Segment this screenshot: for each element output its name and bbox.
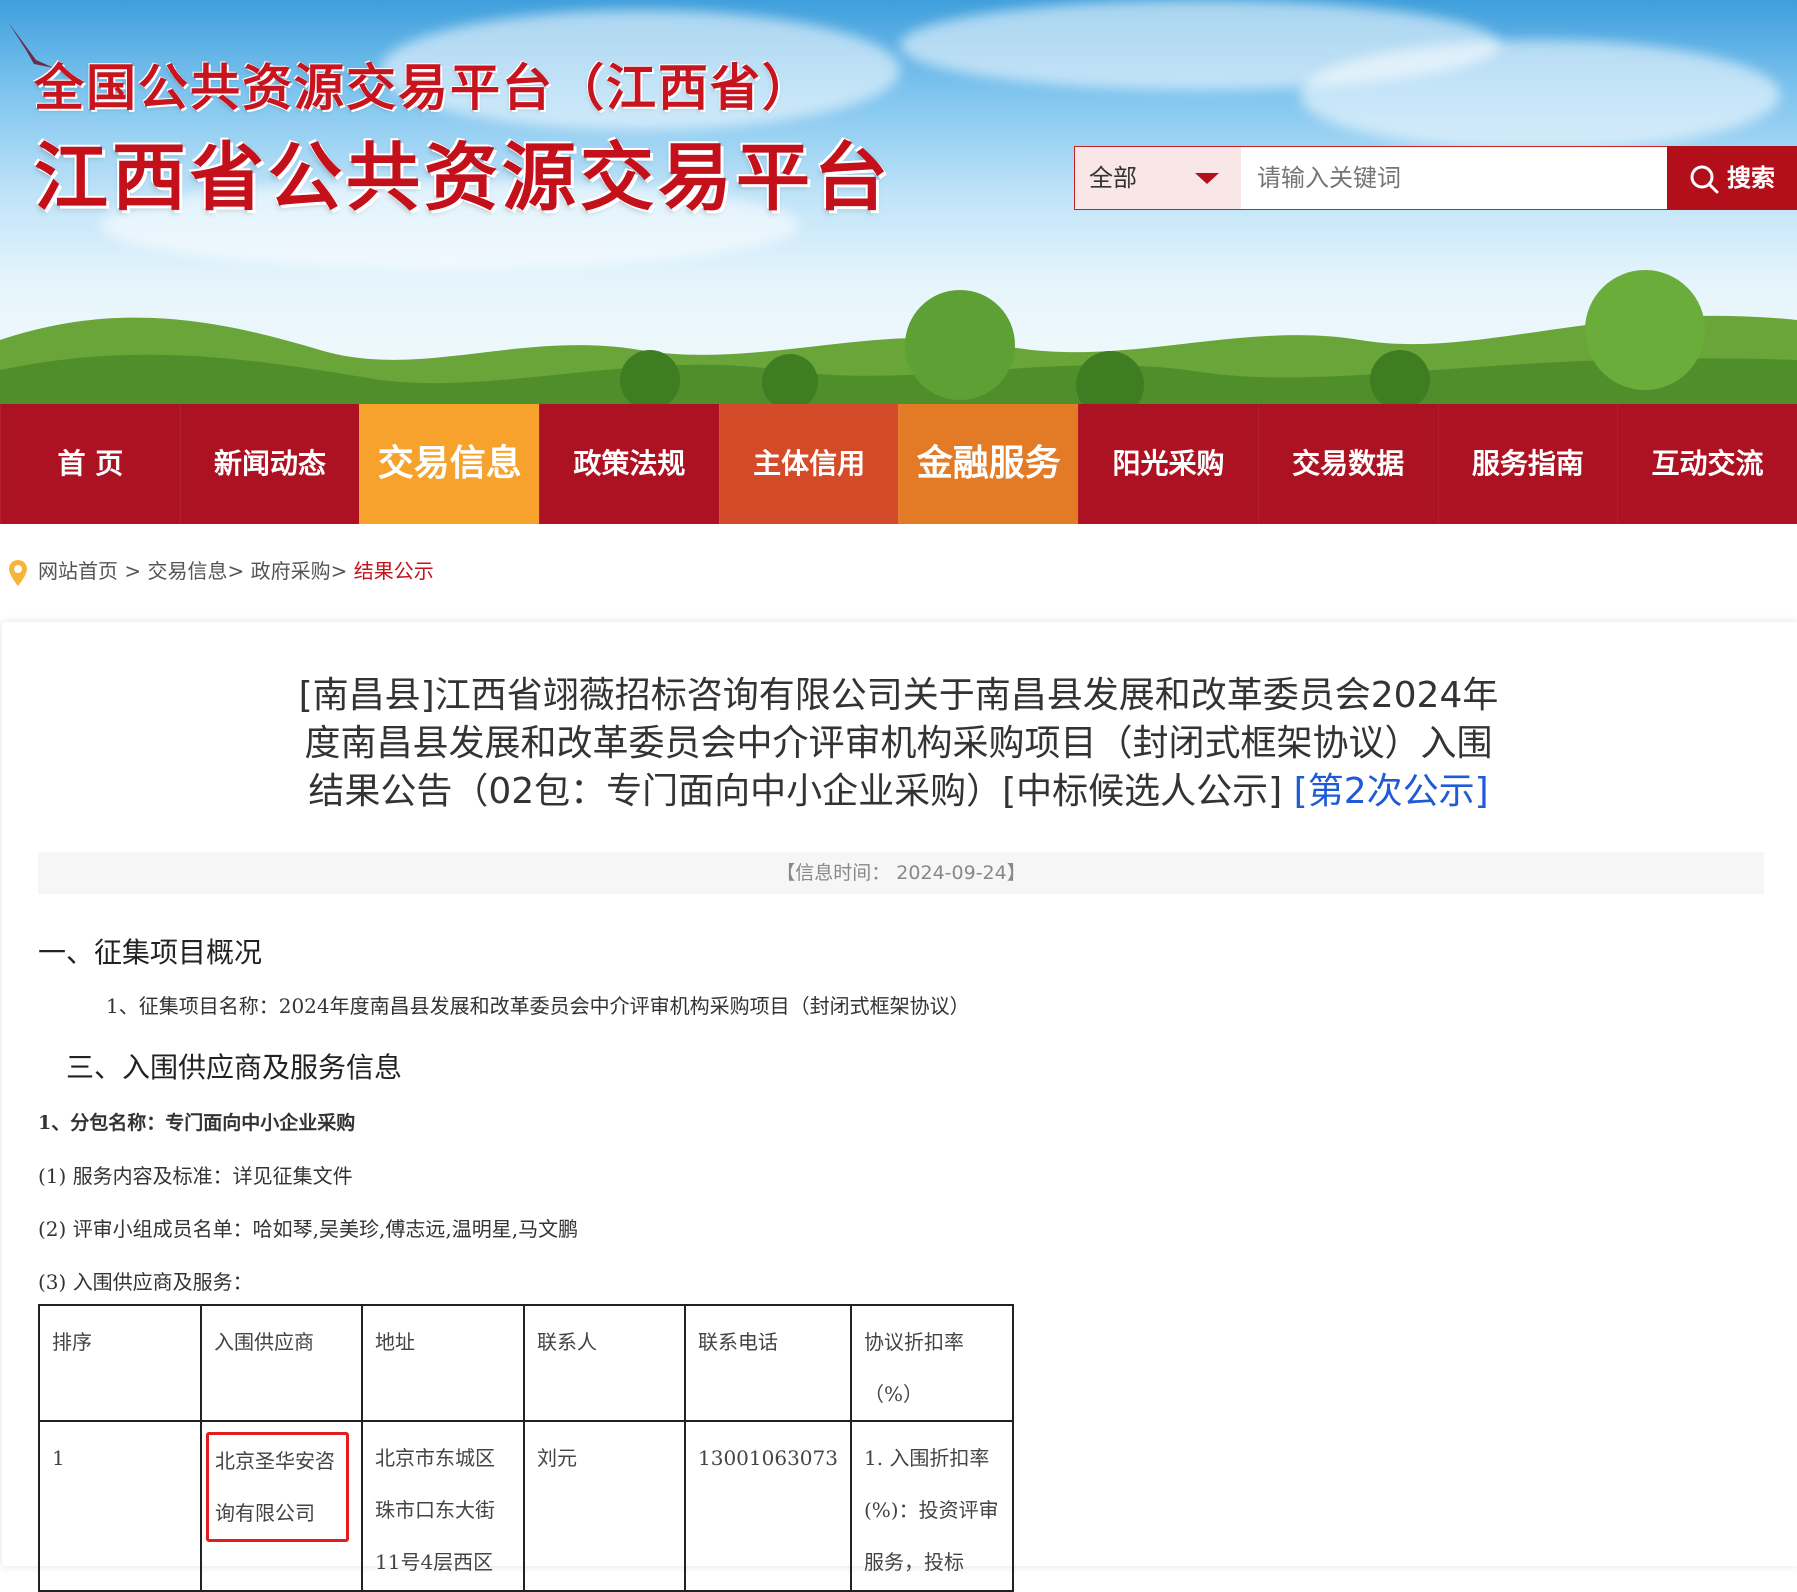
search-scope-select[interactable]: 全部 <box>1075 147 1241 209</box>
breadcrumb-trade-info[interactable]: 交易信息 <box>147 559 227 583</box>
breadcrumb-separator: > <box>330 559 354 583</box>
chevron-down-icon <box>1195 173 1219 184</box>
breadcrumb-separator: > <box>227 559 251 583</box>
nav-item-interaction[interactable]: 互动交流 <box>1617 404 1797 524</box>
section-heading: 一、征集项目概况 <box>38 936 263 969</box>
nav-item-home[interactable]: 首 页 <box>0 404 180 524</box>
breadcrumb-home[interactable]: 网站首页 <box>38 559 118 583</box>
article-title: [南昌县]江西省翊薇招标咨询有限公司关于南昌县发展和改革委员会2024年度南昌县… <box>290 672 1507 816</box>
site-title-small: 全国公共资源交易平台（江西省） <box>34 59 814 117</box>
article-title-link[interactable]: [第2次公示] <box>1294 771 1489 812</box>
section-heading: 三、入围供应商及服务信息 <box>66 1051 403 1084</box>
nav-item-trade-info[interactable]: 交易信息 <box>359 404 540 524</box>
table-header-cell: 排序 <box>38 1304 202 1422</box>
table-header-row: 排序 入围供应商 地址 联系人 联系电话 协议折扣率（%） <box>38 1304 1014 1422</box>
table-header-cell: 入围供应商 <box>200 1304 363 1422</box>
table-header-cell: 地址 <box>361 1304 525 1422</box>
package-name-line: 1、分包名称：专门面向中小企业采购 <box>38 1112 356 1134</box>
nav-item-service-guide[interactable]: 服务指南 <box>1437 404 1618 524</box>
breadcrumb-gov-purchase[interactable]: 政府采购 <box>251 559 331 583</box>
table-header-cell: 联系人 <box>523 1304 686 1422</box>
search-input[interactable] <box>1241 147 1739 209</box>
table-header-cell: 联系电话 <box>684 1304 852 1422</box>
search-scope-value: 全部 <box>1089 164 1137 192</box>
nav-item-news[interactable]: 新闻动态 <box>179 404 360 524</box>
search-icon <box>1690 165 1719 194</box>
search-button[interactable]: 搜索 <box>1667 146 1797 210</box>
main-nav: 首 页 新闻动态 交易信息 政策法规 主体信用 金融服务 阳光采购 交易数据 服… <box>0 404 1797 524</box>
supplier-service-line: (3) 入围供应商及服务： <box>38 1270 253 1294</box>
location-pin-icon <box>9 559 27 586</box>
nav-item-sunshine-purchase[interactable]: 阳光采购 <box>1078 404 1258 524</box>
site-title-large: 江西省公共资源交易平台 <box>34 135 892 221</box>
review-team-line: (2) 评审小组成员名单：哈如琴,吴美珍,傅志远,温明星,马文鹏 <box>38 1217 579 1241</box>
search-button-label: 搜索 <box>1727 164 1775 192</box>
service-content-line: (1) 服务内容及标准：详见征集文件 <box>38 1164 353 1188</box>
nav-item-policy[interactable]: 政策法规 <box>539 404 719 524</box>
breadcrumb-separator: > <box>118 559 148 583</box>
project-name-line: 1、征集项目名称：2024年度南昌县发展和改革委员会中介评审机构采购项目（封闭式… <box>106 994 970 1018</box>
supplier-name-highlight: 北京圣华安咨询有限公司 <box>206 1432 349 1542</box>
table-header-cell: 协议折扣率（%） <box>849 1304 1014 1422</box>
nav-item-trade-data[interactable]: 交易数据 <box>1257 404 1438 524</box>
breadcrumb: 网站首页 > 交易信息> 政府采购> 结果公示 <box>8 555 434 587</box>
info-time: 【信息时间： 2024-09-24】 <box>38 852 1764 894</box>
nav-item-finance[interactable]: 金融服务 <box>898 404 1079 524</box>
nav-item-credit[interactable]: 主体信用 <box>718 404 899 524</box>
supplier-table: 排序 入围供应商 地址 联系人 联系电话 协议折扣率（%） 1 北京圣华安咨询有… <box>38 1304 1014 1592</box>
breadcrumb-current[interactable]: 结果公示 <box>354 559 434 583</box>
